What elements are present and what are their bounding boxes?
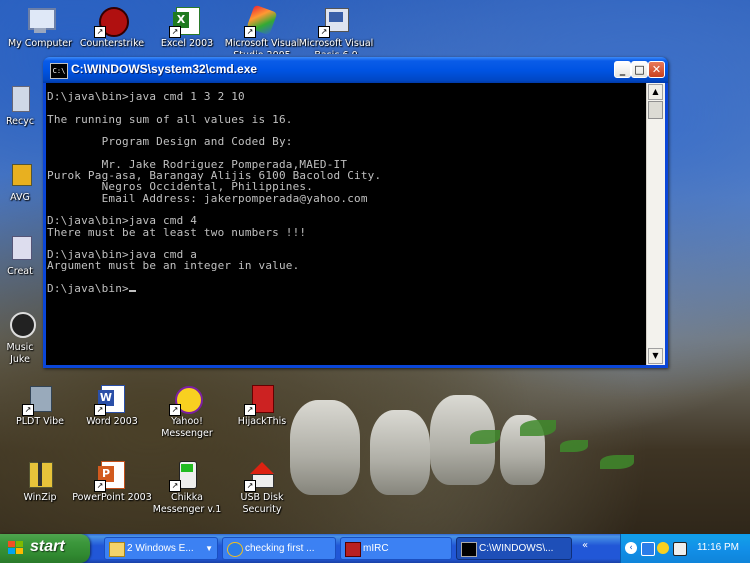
cmd-icon xyxy=(461,542,477,557)
console-line: Email Address: jakerpomperada@yahoo.com xyxy=(47,191,368,205)
console-line: There must be at least two numbers !!! xyxy=(47,225,307,239)
network-icon[interactable] xyxy=(641,542,655,556)
clock: 11:16 PM xyxy=(696,542,739,553)
folder-icon xyxy=(109,542,125,557)
desktop-icon-visual-studio[interactable]: ↗ Microsoft Visual Studio 2005 xyxy=(222,4,302,54)
computer-icon xyxy=(24,4,56,36)
text-cursor xyxy=(128,290,136,293)
scrollbar-thumb[interactable] xyxy=(648,101,663,119)
desktop-icon-pldt-vibe[interactable]: ↗ PLDT Vibe xyxy=(0,382,80,428)
desktop-icon-winzip[interactable]: WinZip xyxy=(0,458,80,504)
desktop-icon-yahoo[interactable]: ↗ Yahoo! Messenger xyxy=(147,382,227,440)
window-titlebar[interactable]: C:\ C:\WINDOWS\system32\cmd.exe _ □ ✕ xyxy=(43,57,668,83)
cmd-icon: C:\ xyxy=(50,63,68,79)
game-icon: ↗ xyxy=(94,4,129,38)
desktop-icon-hijackthis[interactable]: ↗ HijackThis xyxy=(222,382,302,428)
music-icon xyxy=(4,308,36,340)
console-prompt-line[interactable]: D:\java\bin> xyxy=(46,283,646,294)
yahoo-messenger-icon: ↗ xyxy=(169,382,203,416)
desktop-icon-avg[interactable]: AVG xyxy=(0,158,40,204)
desktop-icon-visual-basic[interactable]: ↗ Microsoft Visual Basic 6.0 xyxy=(296,4,376,54)
minimize-button[interactable]: _ xyxy=(614,61,631,78)
scroll-up-button[interactable]: ▲ xyxy=(648,84,663,100)
word-icon: W ↗ xyxy=(94,382,128,416)
usb-security-icon: ↗ xyxy=(244,458,278,492)
desktop-icon-counterstrike[interactable]: ↗ Counterstrike xyxy=(72,4,152,50)
start-button[interactable]: start xyxy=(0,534,90,563)
app-icon xyxy=(4,232,36,264)
internet-explorer-icon xyxy=(227,542,243,557)
powerpoint-icon: P ↗ xyxy=(94,458,128,492)
yahoo-messenger-icon[interactable] xyxy=(657,542,669,554)
desktop-icon-chikka[interactable]: ↗ Chikka Messenger v.1 xyxy=(147,458,227,516)
console-output[interactable]: D:\java\bin>java cmd 1 3 2 10 The runnin… xyxy=(46,83,646,365)
desktop-icon-creat[interactable]: Creat xyxy=(0,232,40,278)
antivirus-icon xyxy=(4,158,36,190)
taskbar-item-mirc[interactable]: mIRC xyxy=(340,537,452,560)
desktop-icon-excel[interactable]: X ↗ Excel 2003 xyxy=(147,4,227,50)
hijackthis-icon: ↗ xyxy=(244,382,278,416)
visual-studio-icon: ↗ xyxy=(244,4,278,38)
cmd-window[interactable]: C:\ C:\WINDOWS\system32\cmd.exe _ □ ✕ D:… xyxy=(43,57,668,368)
console-line: Negros Occidental, Philippines. xyxy=(47,180,314,194)
taskbar-item-internet-explorer[interactable]: checking first ... xyxy=(222,537,336,560)
windows-flag-icon xyxy=(8,541,24,555)
mirc-icon xyxy=(345,542,361,557)
winzip-icon xyxy=(24,458,56,490)
desktop-icon-powerpoint[interactable]: P ↗ PowerPoint 2003 xyxy=(72,458,152,504)
taskbar: start 2 Windows E... ▼ checking first ..… xyxy=(0,534,750,563)
taskbar-item-windows-explorer[interactable]: 2 Windows E... ▼ xyxy=(104,537,218,560)
system-tray: ‹ 11:16 PM xyxy=(620,534,750,563)
close-button[interactable]: ✕ xyxy=(648,61,665,78)
window-title: C:\WINDOWS\system32\cmd.exe xyxy=(71,62,258,76)
scroll-down-button[interactable]: ▼ xyxy=(648,348,663,364)
recycle-bin-icon xyxy=(4,82,36,114)
console-line: D:\java\bin>java cmd 1 3 2 10 xyxy=(47,90,245,103)
start-label: start xyxy=(30,538,65,555)
desktop-icon-recycle[interactable]: Recyc xyxy=(0,82,40,128)
task-label: C:\WINDOWS\... xyxy=(479,543,554,554)
chikka-icon: ↗ xyxy=(169,458,203,492)
excel-icon: X ↗ xyxy=(169,4,203,38)
console-line: D:\java\bin>java cmd 4 xyxy=(47,214,198,228)
task-label: checking first ... xyxy=(245,543,315,554)
console-line: The running sum of all values is 16. xyxy=(47,112,293,126)
console-prompt: D:\java\bin> xyxy=(47,282,129,296)
task-label: mIRC xyxy=(363,543,389,554)
taskbar-item-cmd[interactable]: C:\WINDOWS\... xyxy=(456,537,572,560)
visual-basic-icon: ↗ xyxy=(318,4,352,38)
network-icon: ↗ xyxy=(22,382,56,416)
quick-launch-chevron[interactable]: « xyxy=(582,540,588,551)
chevron-down-icon: ▼ xyxy=(205,544,213,553)
console-line: Argument must be an integer in value. xyxy=(47,259,300,273)
desktop-icon-word[interactable]: W ↗ Word 2003 xyxy=(72,382,152,428)
maximize-button[interactable]: □ xyxy=(631,61,648,78)
chikka-icon[interactable] xyxy=(673,542,687,556)
desktop-icon-music-juke[interactable]: Music Juke xyxy=(0,308,40,366)
task-label: 2 Windows E... xyxy=(127,543,194,554)
desktop-icon-usb-disk-security[interactable]: ↗ USB Disk Security xyxy=(222,458,302,516)
show-hidden-icons-icon[interactable]: ‹ xyxy=(625,542,637,554)
vertical-scrollbar[interactable]: ▲ ▼ xyxy=(646,83,665,365)
desktop-icon-my-computer[interactable]: My Computer xyxy=(0,4,80,50)
console-line: Program Design and Coded By: xyxy=(47,135,293,149)
